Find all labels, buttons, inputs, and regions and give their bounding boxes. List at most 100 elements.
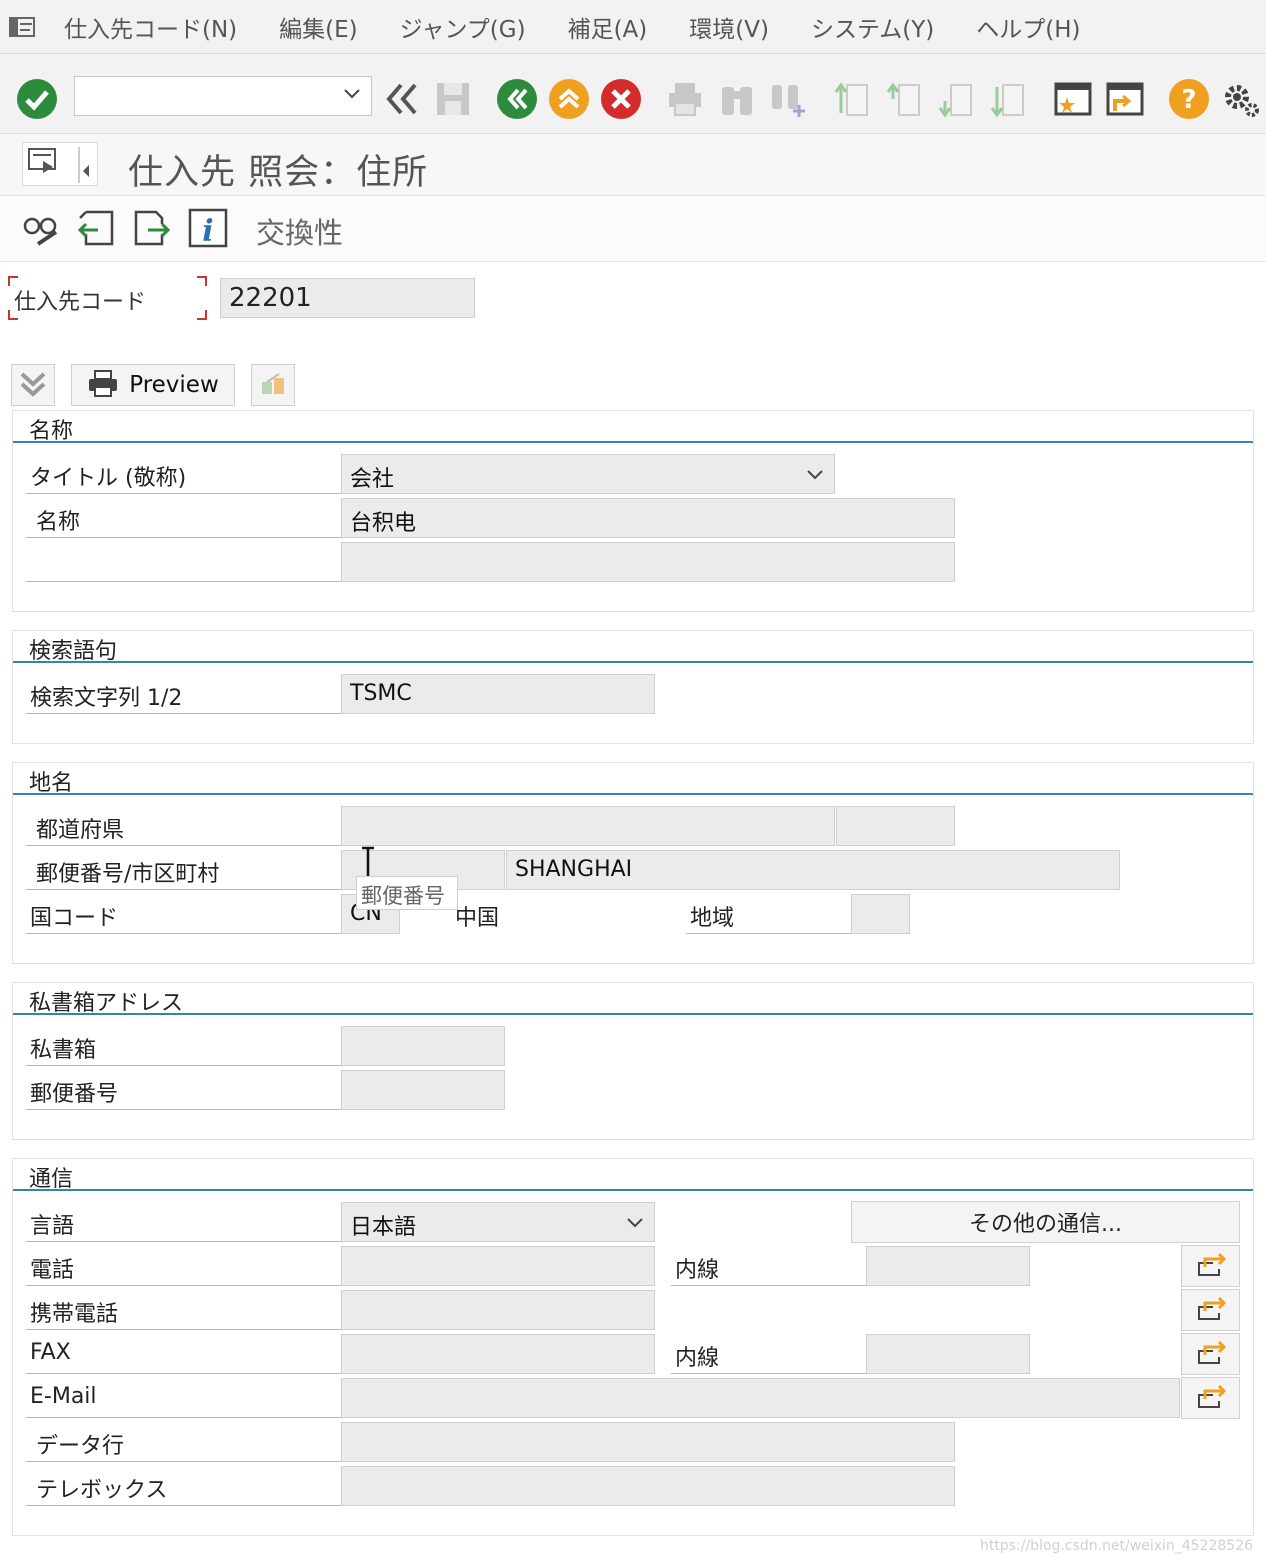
section-title: 私書箱アドレス [13,983,1253,1016]
chevron-down-icon[interactable] [626,1213,644,1238]
region-field[interactable] [341,806,835,846]
collapse-button[interactable] [11,364,55,406]
phone-more-button[interactable] [1181,1245,1240,1287]
country-name: 中国 [455,906,500,931]
name2-label [26,540,342,582]
email-field[interactable] [341,1378,1180,1418]
first-page-icon[interactable] [832,78,874,120]
country-label: 国コード [26,892,342,934]
po-box-label: 私書箱 [26,1024,342,1066]
fax-extension-field[interactable] [866,1334,1030,1374]
fax-extension-label: 内線 [671,1332,867,1374]
menu-goto[interactable]: ジャンプ(G) [400,10,526,44]
focus-bracket [8,310,18,320]
command-field[interactable] [74,76,372,116]
svg-text:?: ? [1181,85,1196,115]
mobile-field[interactable] [341,1290,655,1330]
chevron-down-icon[interactable] [806,465,824,490]
mobile-more-button[interactable] [1181,1289,1240,1331]
menu-edit[interactable]: 編集(E) [279,10,357,44]
save-icon[interactable] [432,78,474,120]
last-page-icon[interactable] [988,78,1030,120]
previous-page-icon[interactable] [884,78,926,120]
export-arrow-icon [1195,1337,1227,1371]
new-session-icon[interactable] [1052,78,1094,120]
fax-label: FAX [26,1332,342,1374]
next-screen-icon[interactable] [132,208,172,252]
find-icon[interactable] [716,78,758,120]
region-code-field[interactable] [836,806,955,846]
map-button[interactable] [251,364,295,406]
phone-extension-field[interactable] [866,1246,1030,1286]
find-next-icon[interactable] [768,78,810,120]
po-box-postal-field[interactable] [341,1070,505,1110]
vendor-code-field[interactable]: 22201 [220,278,475,318]
title-select-value: 会社 [350,467,395,492]
double-chevron-down-icon [18,368,48,402]
exchangeability-button[interactable]: 交換性 [256,210,343,252]
search-term-label: 検索文字列 1/2 [26,672,342,714]
standard-toolbar: ? [0,54,1266,134]
cancel-icon[interactable] [600,78,642,120]
language-select-value: 日本語 [350,1215,417,1240]
help-icon[interactable]: ? [1168,78,1210,120]
section-title: 名称 [13,411,1253,444]
export-arrow-icon [1195,1381,1227,1415]
svg-text:i: i [202,214,213,248]
back-icon[interactable] [496,78,538,120]
area-label: 地域 [686,892,852,934]
email-more-button[interactable] [1181,1377,1240,1419]
preview-label: Preview [129,372,219,398]
previous-screen-icon[interactable] [76,208,116,252]
telebox-label: テレボックス [26,1464,342,1506]
focus-bracket [197,310,207,320]
tooltip: 郵便番号 [356,876,458,910]
email-label: E-Mail [26,1376,342,1418]
city-field[interactable]: SHANGHAI [506,850,1120,890]
info-icon[interactable]: i [188,208,228,252]
language-label: 言語 [26,1200,342,1242]
menu-environment[interactable]: 環境(V) [689,10,769,44]
menu-extras[interactable]: 補足(A) [568,10,648,44]
next-page-icon[interactable] [936,78,978,120]
focus-bracket [197,276,207,286]
menu-icon[interactable] [0,0,44,54]
data-line-field[interactable] [341,1422,955,1462]
section-title: 検索語句 [13,631,1253,664]
double-left-arrow-icon[interactable] [380,78,422,120]
application-toolbar: i 交換性 [0,196,1266,262]
area-field[interactable] [851,894,910,934]
title-label: タイトル (敬称) [26,452,342,494]
po-box-field[interactable] [341,1026,505,1066]
display-change-icon[interactable] [20,208,60,252]
fax-more-button[interactable] [1181,1333,1240,1375]
menu-vendor[interactable]: 仕入先コード(N) [64,10,237,44]
mobile-label: 携帯電話 [26,1288,342,1330]
telebox-field[interactable] [341,1466,955,1506]
menu-help[interactable]: ヘルプ(H) [976,10,1080,44]
settings-gear-icon[interactable] [1220,78,1262,120]
fax-field[interactable] [341,1334,655,1374]
title-select[interactable]: 会社 [341,454,835,494]
menu-bar: 仕入先コード(N) 編集(E) ジャンプ(G) 補足(A) 環境(V) システム… [0,0,1266,54]
name2-field[interactable] [341,542,955,582]
title-bar: 仕入先 照会：住所 [0,134,1266,196]
chevron-down-icon[interactable] [343,85,361,107]
enter-icon[interactable] [16,78,58,120]
preview-button[interactable]: Preview [71,364,235,406]
name-field[interactable]: 台积电 [341,498,955,538]
exit-icon[interactable] [548,78,590,120]
po-box-postal-label: 郵便番号 [26,1068,342,1110]
shortcut-icon[interactable] [1104,78,1146,120]
print-icon[interactable] [664,78,706,120]
other-communication-button[interactable]: その他の通信... [851,1201,1240,1243]
page-title: 仕入先 照会：住所 [128,153,429,193]
search-term-field[interactable]: TSMC [341,674,655,714]
data-line-label: データ行 [26,1420,342,1462]
language-select[interactable]: 日本語 [341,1202,655,1242]
menu-system[interactable]: システム(Y) [811,10,934,44]
system-menu-icon[interactable] [22,142,98,186]
phone-field[interactable] [341,1246,655,1286]
watermark: https://blog.csdn.net/weixin_45228526 [980,1538,1254,1554]
phone-label: 電話 [26,1244,342,1286]
